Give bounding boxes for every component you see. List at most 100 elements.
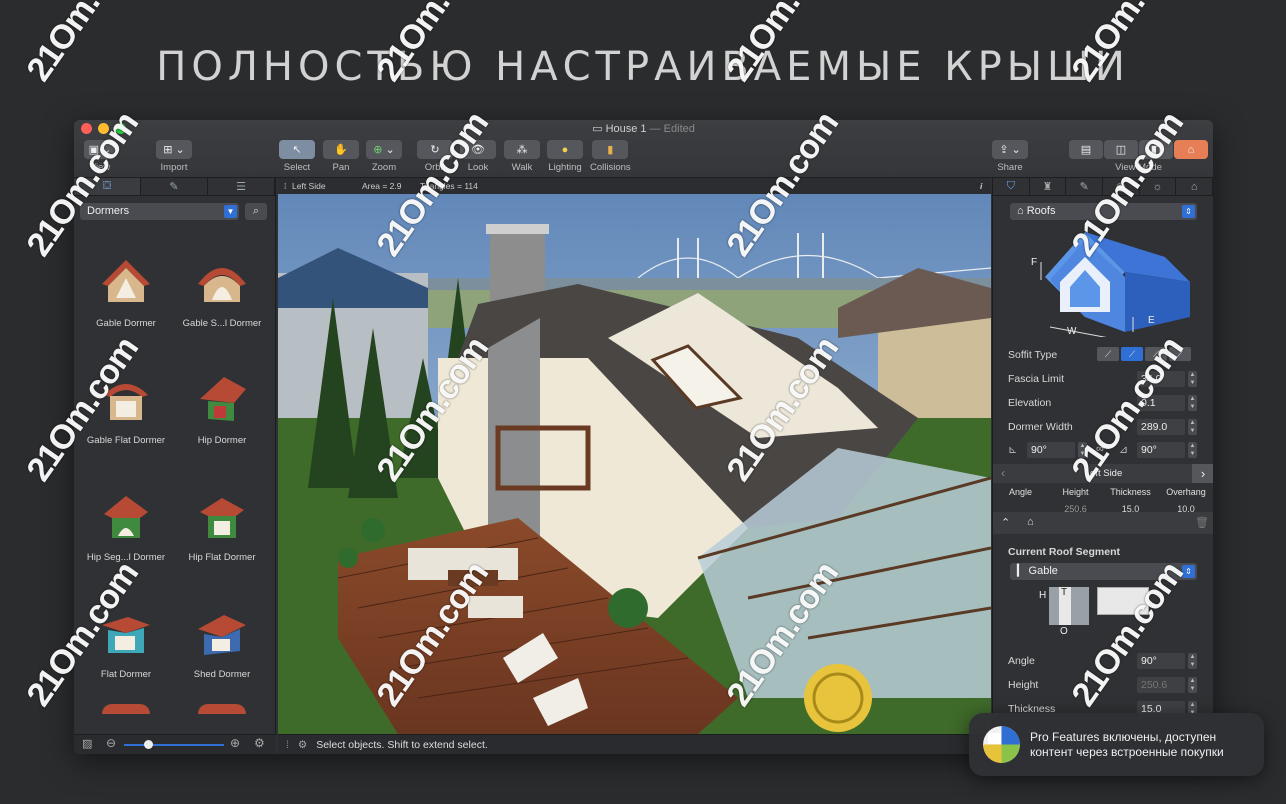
list-item[interactable]: Gable Flat Dormer <box>78 357 174 467</box>
dormer-width-stepper[interactable]: ▲ ▼ <box>1188 419 1197 435</box>
link-icon[interactable]: ∞ <box>1096 443 1104 455</box>
window-title: ▭ House 1 — Edited <box>592 123 695 135</box>
hip-flat-dormer-thumb <box>200 498 244 538</box>
slider-knob[interactable] <box>144 740 153 749</box>
walk-tool[interactable]: ⁂ Walk <box>504 140 540 173</box>
list-item[interactable]: Hip Flat Dormer <box>174 474 270 584</box>
segment-angle-field[interactable]: 90° <box>1137 653 1185 669</box>
orbit-icon[interactable]: ↻ <box>417 140 453 159</box>
category-select[interactable]: Dormers ▼ <box>80 203 239 220</box>
segment-type-select[interactable]: ▎ Gable ⇕ <box>1010 563 1197 580</box>
tab-furniture[interactable]: ⛋ <box>74 178 141 195</box>
cursor-icon[interactable]: ↖ <box>279 140 315 159</box>
zoom-in-icon[interactable]: ⊕ <box>230 736 240 750</box>
angle-left-field[interactable]: 90° <box>1027 442 1075 458</box>
orbit-tool[interactable]: ↻ Orbit <box>417 140 453 173</box>
segment-angle-stepper[interactable]: ▲ ▼ <box>1188 653 1197 669</box>
gear-icon[interactable]: ⚙ <box>254 736 265 750</box>
tab-edit[interactable]: ✎ <box>1066 178 1104 195</box>
table-row[interactable]: 250.6 15.0 10.0 <box>993 504 1213 512</box>
angle-right-stepper[interactable]: ▲ ▼ <box>1188 442 1197 458</box>
next-side-icon[interactable]: › <box>1192 464 1213 483</box>
soffit-type-3[interactable]: ⟋ <box>1145 347 1167 361</box>
gable-segmental-dormer-thumb <box>198 268 246 302</box>
camera-icon: ◉ <box>1116 181 1126 193</box>
segment-height-stepper[interactable]: ▲ ▼ <box>1188 677 1197 693</box>
roof-category-select[interactable]: ⌂ Roofs ⇕ <box>1010 203 1197 220</box>
list-item[interactable]: Gable S...l Dormer <box>174 240 270 350</box>
trash-icon[interactable]: 🗑 <box>1195 516 1209 529</box>
headline: ПОЛНОСТЬЮ НАСТРАИВАЕМЫЕ КРЫШИ <box>156 44 1130 90</box>
list-item[interactable]: Flat Dormer <box>78 591 174 701</box>
tab-object[interactable]: ⛉ <box>993 178 1030 195</box>
3d-viewport[interactable] <box>278 178 991 734</box>
angle-left-stepper[interactable]: ▲ ▼ <box>1078 442 1087 458</box>
inspector-tabs: ⛉ ♜ ✎ ◉ ☼ ⌂ <box>993 178 1213 196</box>
pan-tool[interactable]: ✋ Pan <box>323 140 359 173</box>
tab-list[interactable]: ☰ <box>208 178 275 195</box>
segment-table-header: Angle Height Thickness Overhang <box>1008 487 1206 497</box>
list-item[interactable]: Hip Dormer <box>174 357 270 467</box>
share-tool[interactable]: ⇪ ⌄ Share <box>992 140 1028 173</box>
view-mode-tool[interactable]: ▤ ◫ ◧ ⌂ View Mode <box>1069 140 1208 173</box>
list-item[interactable]: Hip Seg...l Dormer <box>78 474 174 584</box>
segment-height-field[interactable]: 250.6 <box>1137 677 1185 693</box>
roof-icon: ⌂ <box>1017 205 1024 217</box>
library-tabs: ⛋ ✎ ☰ <box>74 178 275 196</box>
3d-view-icon[interactable]: ⌂ <box>1174 140 1208 159</box>
elevation-stepper[interactable]: ▲ ▼ <box>1188 395 1197 411</box>
app-window: ▭ House 1 — Edited ▣ ⌄ View ⊞ ⌄ Import ↖… <box>74 120 1213 754</box>
fascia-limit-field[interactable]: 34.0 <box>1137 371 1185 387</box>
search-button[interactable]: ⌕ <box>245 203 267 220</box>
view-tool[interactable]: ▣ ⌄ View <box>84 140 116 173</box>
soffit-type-4[interactable]: ⟋ <box>1169 347 1191 361</box>
title-bar: ▭ House 1 — Edited ▣ ⌄ View ⊞ ⌄ Import ↖… <box>74 120 1213 178</box>
zoom-tool[interactable]: ⊕ ⌄ Zoom <box>366 140 402 173</box>
dormer-width-field[interactable]: 289.0 <box>1137 419 1185 435</box>
view-icon[interactable]: ▣ ⌄ <box>84 140 116 159</box>
list-item[interactable] <box>102 704 150 714</box>
add-hip-icon[interactable]: ⌂ <box>1027 516 1034 528</box>
settings-small-icon[interactable]: ⚙ <box>298 739 307 751</box>
tab-building[interactable]: ♜ <box>1030 178 1067 195</box>
select-tool[interactable]: ↖ Select <box>279 140 315 173</box>
info-icon[interactable]: i <box>980 181 982 191</box>
image-icon[interactable]: ▨ <box>82 737 92 750</box>
hip-segmental-dormer-thumb <box>104 496 148 538</box>
lighting-tool[interactable]: ● Lighting <box>547 140 583 173</box>
hand-icon[interactable]: ✋ <box>323 140 359 159</box>
elevation-field[interactable]: 0.1 <box>1137 395 1185 411</box>
zoom-icon[interactable]: ⊕ ⌄ <box>366 140 402 159</box>
hip-dormer-thumb <box>200 377 246 421</box>
tab-lights[interactable]: ☼ <box>1140 178 1177 195</box>
dual-view-icon[interactable]: ◧ <box>1139 140 1173 159</box>
import-icon[interactable]: ⊞ ⌄ <box>156 140 192 159</box>
import-tool[interactable]: ⊞ ⌄ Import <box>156 140 192 173</box>
chevron-updown-icon: ⇕ <box>1182 565 1195 578</box>
brush-icon: ✎ <box>169 181 179 193</box>
tab-camera[interactable]: ◉ <box>1103 178 1140 195</box>
tab-materials[interactable]: ✎ <box>141 178 208 195</box>
zoom-out-icon[interactable]: ⊖ <box>106 736 116 750</box>
pro-features-toast[interactable]: Pro Features включены, доступен контент … <box>969 713 1264 776</box>
list-item[interactable]: Gable Dormer <box>78 240 174 350</box>
eye-icon[interactable]: 👁 <box>460 140 496 159</box>
footprints-icon[interactable]: ⁂ <box>504 140 540 159</box>
list-item[interactable] <box>198 704 246 714</box>
door-icon[interactable]: ▮ <box>592 140 629 159</box>
share-icon[interactable]: ⇪ ⌄ <box>992 140 1028 159</box>
side-navigator: ‹ Left Side › <box>993 464 1213 483</box>
soffit-type-1[interactable]: ⟋ <box>1097 347 1119 361</box>
thumbnail-size-slider[interactable] <box>124 744 224 746</box>
fascia-stepper[interactable]: ▲ ▼ <box>1188 371 1197 387</box>
add-gable-icon[interactable]: ⌃ <box>1001 516 1010 529</box>
soffit-type-2[interactable]: ⟋ <box>1121 347 1143 361</box>
tab-house[interactable]: ⌂ <box>1176 178 1213 195</box>
bulb-icon[interactable]: ● <box>547 140 583 159</box>
list-item[interactable]: Shed Dormer <box>174 591 270 701</box>
look-tool[interactable]: 👁 Look <box>460 140 496 173</box>
plan-view-icon[interactable]: ▤ <box>1069 140 1103 159</box>
split-view-icon[interactable]: ◫ <box>1104 140 1138 159</box>
collisions-tool[interactable]: ▮ Collisions <box>590 140 631 173</box>
angle-right-field[interactable]: 90° <box>1137 442 1185 458</box>
